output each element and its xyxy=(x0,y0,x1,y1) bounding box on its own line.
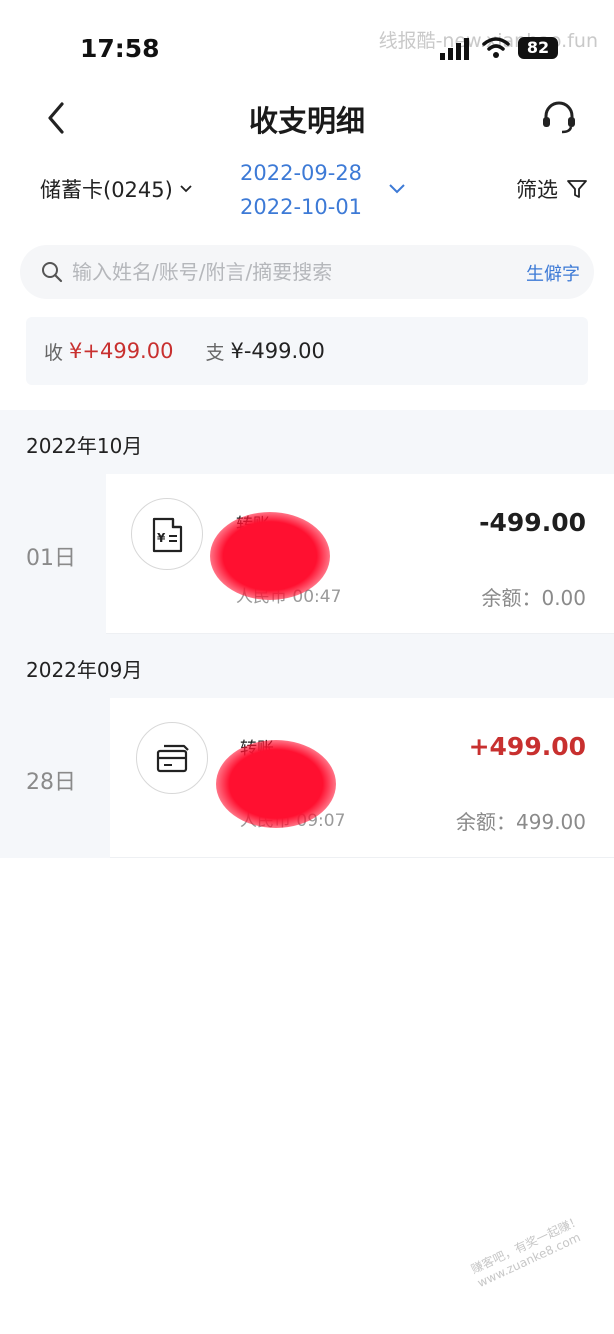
receipt-yuan-icon: ¥ xyxy=(152,517,183,553)
filter-row: 储蓄卡(0245) 2022-09-28 2022-10-01 筛选 xyxy=(0,152,614,228)
month-label: 2022年10月 xyxy=(26,434,143,458)
month-header: 2022年10月 xyxy=(0,410,614,474)
battery-indicator: 82 xyxy=(518,37,558,59)
redaction-scribble xyxy=(216,740,336,828)
wifi-icon xyxy=(482,37,510,58)
rare-char-button[interactable]: 生僻字 xyxy=(526,260,580,286)
footer-watermark: 赚客吧，有奖一起赚！ www.zuanke8.com xyxy=(468,1213,584,1291)
search-input[interactable] xyxy=(72,253,502,291)
filter-label: 筛选 xyxy=(516,178,558,202)
transaction-icon-circle: ¥ xyxy=(131,498,203,570)
expense-value: ¥-499.00 xyxy=(230,339,325,363)
chevron-down-icon xyxy=(180,185,192,193)
income-value: ¥+499.00 xyxy=(69,339,174,363)
month-label: 2022年09月 xyxy=(26,658,143,682)
transaction-balance: 余额：499.00 xyxy=(456,810,586,834)
day-label: 01日 xyxy=(26,546,76,571)
card-selector-label: 储蓄卡(0245) xyxy=(40,178,173,202)
month-header: 2022年09月 xyxy=(0,634,614,698)
day-label: 28日 xyxy=(26,770,76,795)
summary-panel: 收 ¥+499.00 支 ¥-499.00 xyxy=(26,317,588,385)
date-chevron-down-icon[interactable] xyxy=(388,182,406,196)
transaction-balance: 余额：0.00 xyxy=(481,586,586,610)
date-range-selector[interactable]: 2022-09-28 2022-10-01 xyxy=(240,156,362,224)
transaction-row[interactable]: 01日 ¥ 转账 -499.00 人民币 00:47 余额：0.00 xyxy=(0,474,614,634)
search-bar: 生僻字 xyxy=(20,245,594,299)
card-selector[interactable]: 储蓄卡(0245) xyxy=(40,174,193,204)
svg-text:¥: ¥ xyxy=(157,531,166,545)
date-end: 2022-10-01 xyxy=(240,195,363,219)
filter-button[interactable]: 筛选 xyxy=(516,174,588,204)
expense-label: 支 xyxy=(205,341,225,364)
transaction-row[interactable]: 28日 转账 +499.00 人民币 09:07 余额：499.00 xyxy=(0,698,614,858)
redaction-scribble xyxy=(210,512,330,600)
search-icon xyxy=(42,262,63,283)
card-transfer-icon xyxy=(156,744,189,773)
income-label: 收 xyxy=(44,341,64,364)
funnel-icon xyxy=(567,180,587,198)
page-title: 收支明细 xyxy=(248,104,365,138)
signal-icon xyxy=(440,38,469,60)
date-start: 2022-09-28 xyxy=(240,161,363,185)
transaction-amount: -499.00 xyxy=(479,508,586,537)
status-icons: 82 xyxy=(440,36,570,62)
headset-icon[interactable] xyxy=(540,98,578,136)
nav-bar: 收支明细 xyxy=(0,90,614,146)
day-column: 28日 xyxy=(0,698,110,858)
status-bar: 17:58 线报酷-new.xianbao.fun 82 xyxy=(0,0,614,90)
day-column: 01日 xyxy=(0,474,106,634)
transaction-icon-circle xyxy=(136,722,208,794)
transaction-amount: +499.00 xyxy=(468,732,586,761)
status-time: 17:58 xyxy=(80,34,160,63)
